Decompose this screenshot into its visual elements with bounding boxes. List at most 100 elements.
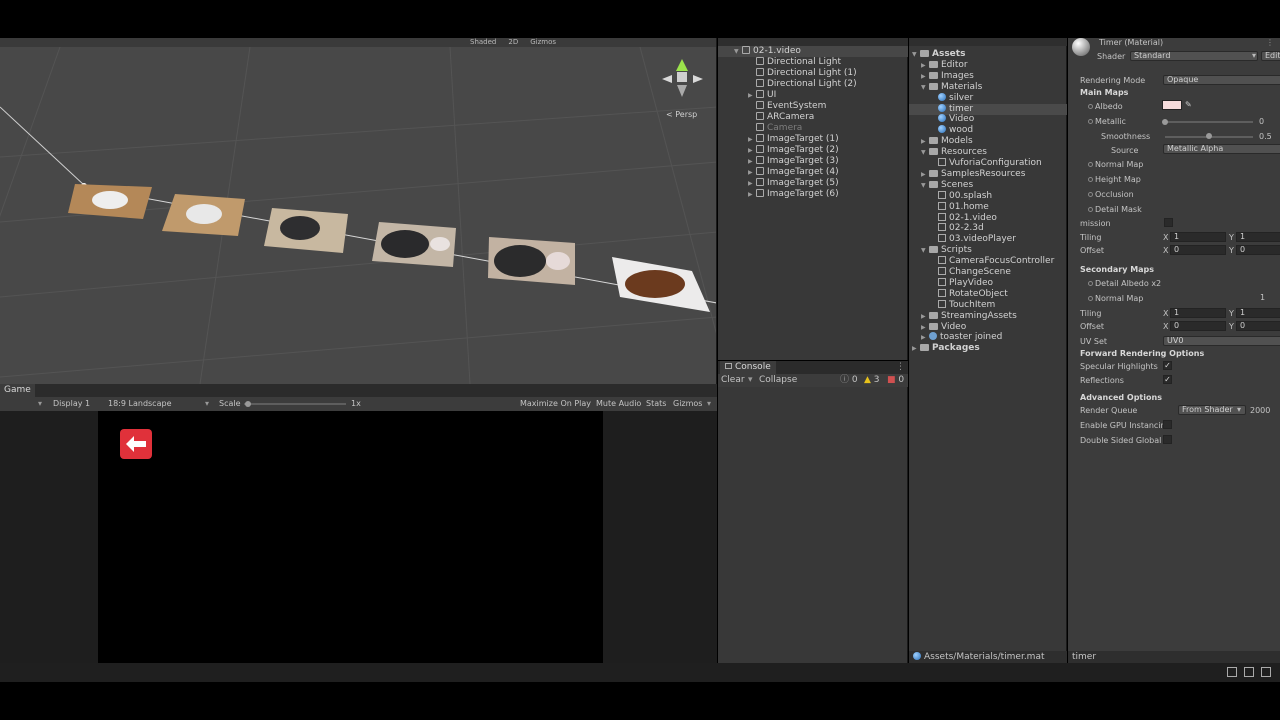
normal-scale-2-value[interactable]: 1	[1260, 293, 1265, 302]
expand-open-icon[interactable]: ▼	[734, 46, 742, 57]
hierarchy-item[interactable]: ▼ 02-1.video	[718, 46, 908, 57]
clear-dropdown-icon[interactable]: ▾	[748, 374, 753, 387]
perspective-label[interactable]: < Persp	[666, 110, 697, 119]
smoothness-value[interactable]: 0.5	[1259, 132, 1272, 141]
hierarchy-item[interactable]: ▶ ImageTarget (5)	[718, 178, 908, 189]
gpu-instancing-checkbox[interactable]	[1163, 420, 1172, 429]
hierarchy-item[interactable]: Directional Light	[718, 57, 908, 68]
project-item[interactable]: ▼ Scripts	[909, 245, 1067, 256]
tab-game[interactable]: Game	[0, 384, 35, 397]
detail-albedo-row[interactable]: Detail Albedo x2	[1088, 279, 1161, 288]
project-item[interactable]: ChangeScene	[909, 267, 1067, 278]
expand-closed-icon[interactable]: ▶	[748, 156, 756, 167]
hierarchy-item[interactable]: Directional Light (2)	[718, 79, 908, 90]
project-item[interactable]: 03.videoPlayer	[909, 234, 1067, 245]
normal-map-row[interactable]: Normal Map	[1088, 160, 1143, 169]
game-viewport[interactable]	[0, 411, 717, 663]
occlusion-slot-icon[interactable]	[1088, 192, 1093, 197]
expand-closed-icon[interactable]: ▶	[748, 145, 756, 156]
expand-closed-icon[interactable]: ▶	[921, 322, 929, 333]
expand-closed-icon[interactable]: ▶	[912, 343, 920, 354]
specular-highlights-checkbox[interactable]: ✓	[1163, 361, 1172, 370]
project-item[interactable]: ▼ Materials	[909, 82, 1067, 93]
offset-y-field[interactable]: 0	[1236, 245, 1280, 255]
project-item[interactable]: ▶ Packages	[909, 343, 1067, 354]
project-item[interactable]: timer	[909, 103, 1067, 115]
shader-dropdown[interactable]: Standard	[1130, 51, 1258, 61]
metallic-value[interactable]: 0	[1259, 117, 1264, 126]
hierarchy-item[interactable]: Camera	[718, 123, 908, 134]
detail-mask-slot-icon[interactable]	[1088, 207, 1093, 212]
eyedropper-icon[interactable]: ✎	[1185, 100, 1192, 109]
hierarchy-item[interactable]: EventSystem	[718, 101, 908, 112]
inspector-menu-icon[interactable]: ⋮	[1266, 38, 1274, 47]
scene-toolbar-shaded[interactable]: Shaded	[470, 38, 496, 47]
orientation-gizmo[interactable]	[662, 59, 703, 97]
hierarchy-item[interactable]: ARCamera	[718, 112, 908, 123]
gizmo-x-neg-icon[interactable]	[662, 75, 672, 83]
shader-edit-button[interactable]: Edit	[1261, 51, 1280, 61]
hierarchy-item[interactable]: ▶ ImageTarget (1)	[718, 134, 908, 145]
expand-open-icon[interactable]: ▼	[921, 147, 929, 158]
double-sided-checkbox[interactable]	[1163, 435, 1172, 444]
project-item[interactable]: RotateObject	[909, 288, 1067, 300]
occlusion-row[interactable]: Occlusion	[1088, 190, 1134, 199]
smoothness-slider-knob[interactable]	[1206, 133, 1212, 139]
detail-albedo-slot-icon[interactable]	[1088, 281, 1093, 286]
expand-open-icon[interactable]: ▼	[921, 82, 929, 93]
error-count-toggle[interactable]: ■ 0	[887, 374, 904, 387]
back-button[interactable]	[120, 429, 152, 459]
gizmo-down-icon[interactable]	[677, 85, 687, 97]
expand-closed-icon[interactable]: ▶	[921, 169, 929, 180]
height-map-row[interactable]: Height Map	[1088, 175, 1141, 184]
expand-closed-icon[interactable]: ▶	[921, 332, 929, 343]
normal-map-2-row[interactable]: Normal Map	[1088, 294, 1143, 303]
hierarchy-item[interactable]: Directional Light (1)	[718, 68, 908, 79]
tab-console[interactable]: Console	[720, 361, 776, 374]
maximize-on-play-toggle[interactable]: Maximize On Play	[520, 397, 591, 411]
hierarchy-item[interactable]: ▶ UI	[718, 90, 908, 101]
offset-x-field[interactable]: 0	[1170, 245, 1226, 255]
gizmo-y-icon[interactable]	[676, 59, 688, 71]
project-item[interactable]: 00.splash	[909, 190, 1067, 202]
aspect-dropdown[interactable]: 18:9 Landscape	[108, 397, 171, 411]
tiling2-x-field[interactable]: 1	[1170, 308, 1226, 318]
normal-map-2-slot-icon[interactable]	[1088, 296, 1093, 301]
mute-audio-toggle[interactable]: Mute Audio	[596, 397, 641, 411]
albedo-color-swatch[interactable]	[1162, 100, 1182, 110]
hierarchy-item[interactable]: ▶ ImageTarget (3)	[718, 156, 908, 167]
project-item[interactable]: ▼ Scenes	[909, 180, 1067, 191]
hierarchy-panel[interactable]: ▼ 02-1.video Directional Light Directional …	[718, 38, 908, 360]
scene-view[interactable]: Shaded 2D Gizmos < Persp	[0, 38, 717, 384]
render-queue-value[interactable]: 2000	[1250, 406, 1270, 415]
log-count-toggle[interactable]: ⓘ 0	[840, 374, 858, 387]
offset2-y-field[interactable]: 0	[1236, 321, 1280, 331]
metallic-texture-slot-icon[interactable]	[1088, 119, 1093, 124]
clear-button[interactable]: Clear	[721, 374, 745, 387]
gizmo-center-icon[interactable]	[677, 72, 687, 82]
expand-open-icon[interactable]: ▼	[912, 49, 920, 60]
render-queue-mode-dropdown[interactable]: From Shader	[1178, 405, 1246, 415]
project-item[interactable]: silver	[909, 92, 1067, 104]
scale-slider[interactable]	[244, 403, 346, 405]
project-item[interactable]: wood	[909, 125, 1067, 136]
project-item[interactable]: 01.home	[909, 201, 1067, 213]
status-icon-3[interactable]	[1261, 667, 1271, 677]
scene-canvas[interactable]	[0, 47, 717, 384]
normal-map-slot-icon[interactable]	[1088, 162, 1093, 167]
height-map-slot-icon[interactable]	[1088, 177, 1093, 182]
scale-slider-knob[interactable]	[245, 401, 251, 407]
project-panel[interactable]: Assets/Materials/timer.mat ▼ Assets ▶ Edito…	[909, 38, 1067, 663]
hierarchy-item[interactable]: ▶ ImageTarget (2)	[718, 145, 908, 156]
tiling-x-field[interactable]: 1	[1170, 232, 1226, 242]
offset2-x-field[interactable]: 0	[1170, 321, 1226, 331]
tiling2-y-field[interactable]: 1	[1236, 308, 1280, 318]
status-icon-1[interactable]	[1227, 667, 1237, 677]
expand-closed-icon[interactable]: ▶	[748, 167, 756, 178]
scene-toolbar-gizmos[interactable]: Gizmos	[530, 38, 556, 47]
inspector-panel[interactable]: Timer (Material) ⋮ Shader Standard ▾ Edi…	[1068, 38, 1280, 663]
expand-closed-icon[interactable]: ▶	[921, 136, 929, 147]
project-item[interactable]: TouchItem	[909, 299, 1067, 311]
hierarchy-item[interactable]: ▶ ImageTarget (4)	[718, 167, 908, 178]
hierarchy-item[interactable]: ▶ ImageTarget (6)	[718, 189, 908, 200]
